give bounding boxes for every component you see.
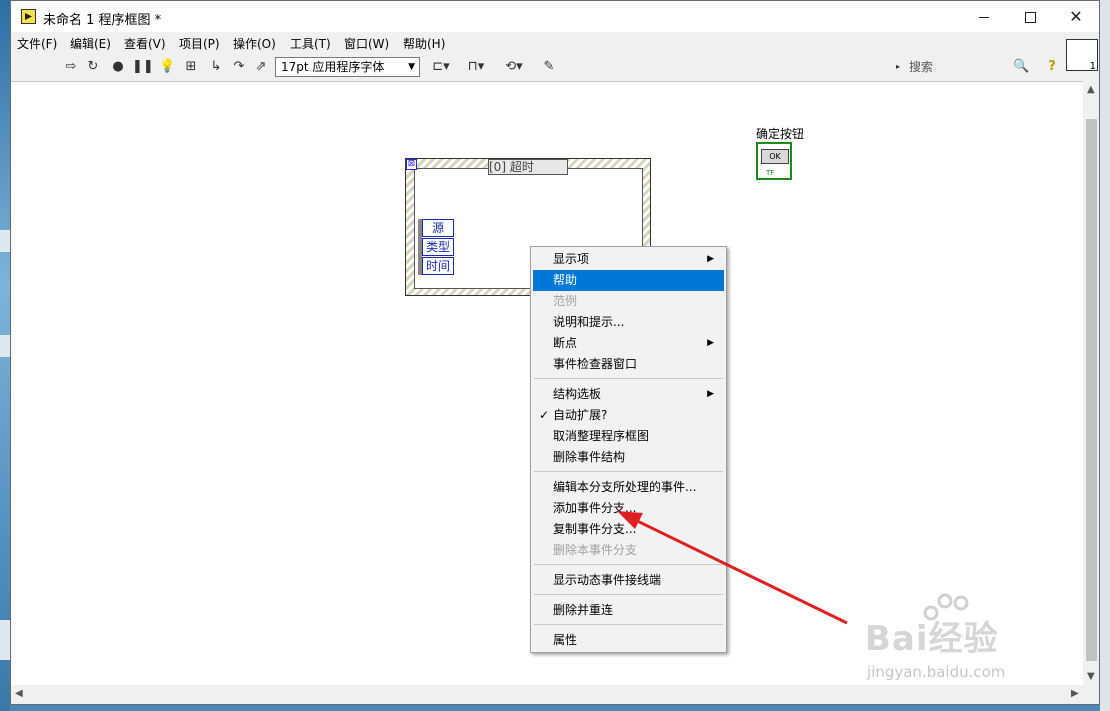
watermark-url: jingyan.baidu.com [867,663,1006,681]
desktop-fragment [0,230,10,252]
desktop-fragment [0,335,10,357]
vertical-scroll-thumb[interactable] [1086,119,1097,661]
desktop-background [0,0,10,711]
annotation-arrow-head [617,511,643,529]
labview-block-diagram-window: 未命名 1 程序框图 * ✕ 文件(F) 编辑(E) 查看(V) 项目(P) 操… [10,0,1100,705]
background-window-edge [1100,0,1110,711]
annotation-arrow-shaft [626,514,848,625]
vi-icon-number: 1 [1089,61,1096,72]
baidu-jingyan-watermark: Bai经验 jingyan.baidu.com [857,591,1067,691]
vertical-scrollbar[interactable]: ▲ ▼ [1084,81,1099,685]
desktop-fragment [0,620,10,660]
watermark-brand: Bai经验 [865,619,999,659]
scroll-up-icon[interactable]: ▲ [1087,84,1095,95]
scroll-down-icon[interactable]: ▼ [1087,671,1095,682]
